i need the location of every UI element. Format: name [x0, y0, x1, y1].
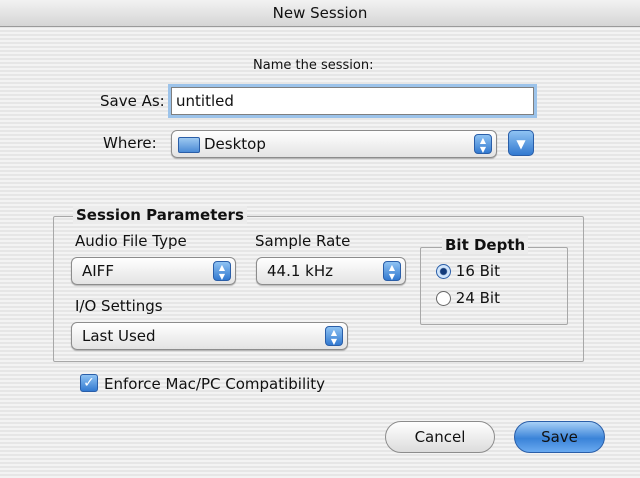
save-as-field[interactable]: untitled	[171, 87, 534, 115]
save-as-label: Save As:	[100, 92, 165, 110]
where-value: Desktop	[204, 135, 266, 153]
compat-label[interactable]: Enforce Mac/PC Compatibility	[104, 375, 325, 393]
io-settings-value: Last Used	[82, 327, 156, 345]
name-session-heading: Name the session:	[253, 58, 374, 73]
cancel-button[interactable]: Cancel	[385, 421, 495, 453]
popup-arrows-icon: ▲ ▼	[213, 261, 231, 281]
radio-unselected-icon[interactable]	[436, 291, 451, 306]
io-settings-popup[interactable]: Last Used ▲ ▼	[71, 322, 348, 350]
save-button[interactable]: Save	[514, 421, 605, 453]
where-label: Where:	[103, 134, 157, 152]
radio-16-bit[interactable]: 16 Bit	[436, 262, 500, 280]
audio-file-type-value: AIFF	[82, 262, 114, 280]
io-settings-label: I/O Settings	[75, 297, 163, 315]
bit-depth-title: Bit Depth	[442, 236, 529, 254]
folder-icon	[178, 136, 200, 153]
popup-arrows-icon: ▲ ▼	[383, 261, 401, 281]
expand-browser-button[interactable]: ▼	[508, 130, 534, 156]
audio-file-type-popup[interactable]: AIFF ▲ ▼	[71, 257, 236, 285]
radio-24-bit[interactable]: 24 Bit	[436, 289, 500, 307]
audio-file-type-label: Audio File Type	[75, 232, 187, 250]
session-parameters-title: Session Parameters	[73, 206, 247, 224]
radio-selected-icon[interactable]	[436, 264, 451, 279]
checkmark-icon: ✓	[83, 375, 95, 391]
popup-arrows-icon: ▲ ▼	[474, 134, 492, 154]
window-title: New Session	[0, 0, 640, 27]
sample-rate-value: 44.1 kHz	[267, 262, 334, 280]
sample-rate-label: Sample Rate	[255, 232, 351, 250]
radio-16-bit-label: 16 Bit	[455, 262, 500, 280]
where-popup[interactable]: Desktop ▲ ▼	[171, 130, 497, 158]
bit-depth-group	[420, 247, 568, 325]
popup-arrows-icon: ▲ ▼	[325, 326, 343, 346]
triangle-down-icon: ▼	[516, 137, 526, 151]
compat-checkbox[interactable]: ✓	[80, 374, 98, 392]
radio-24-bit-label: 24 Bit	[455, 289, 500, 307]
sample-rate-popup[interactable]: 44.1 kHz ▲ ▼	[256, 257, 406, 285]
